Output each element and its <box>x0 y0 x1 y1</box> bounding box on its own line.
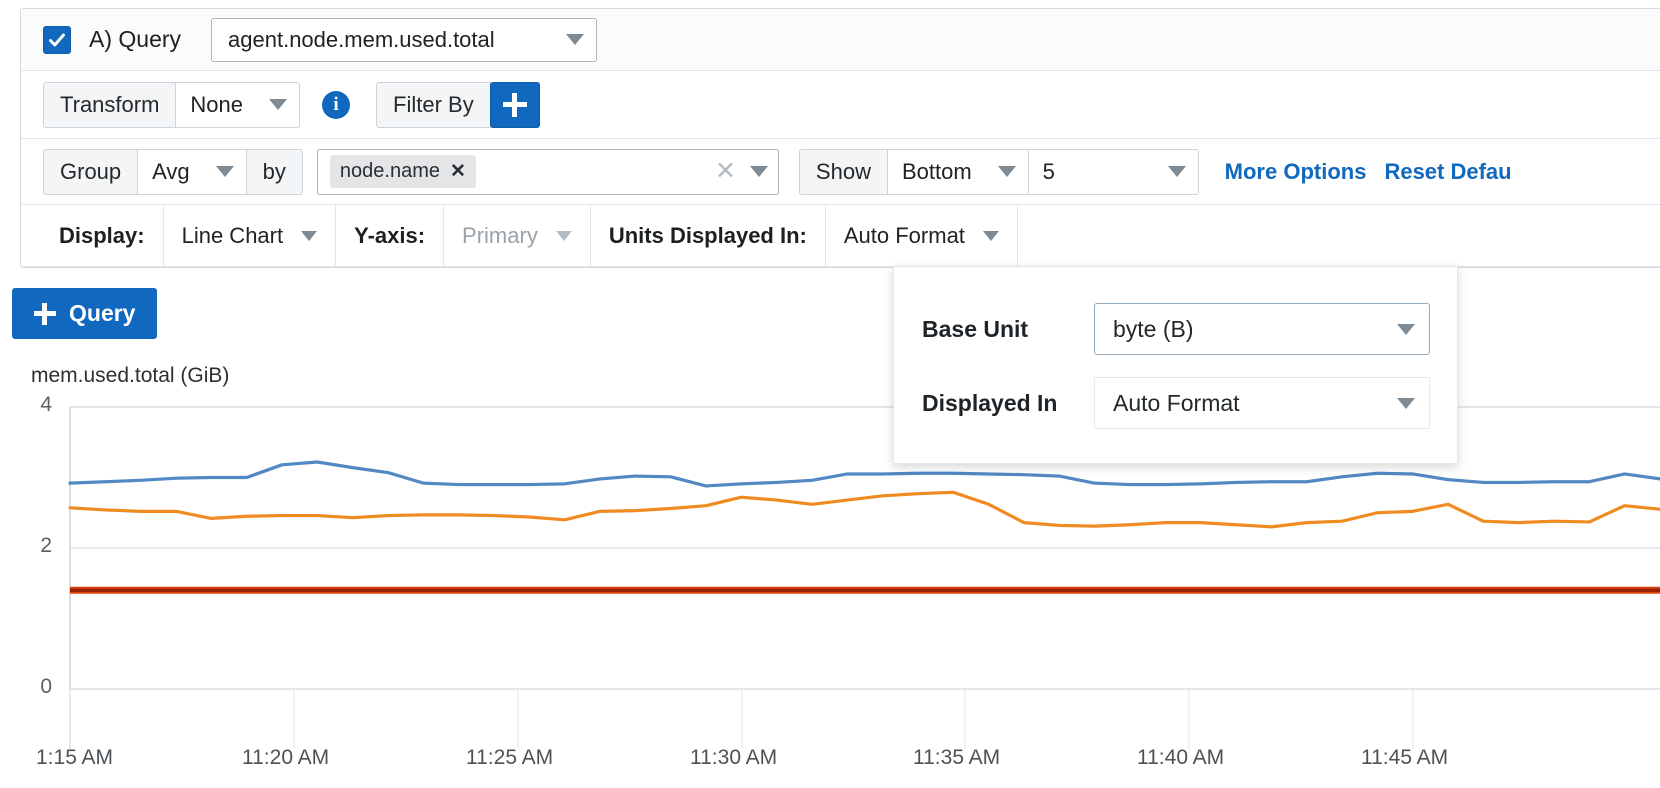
series-line-1 <box>70 492 1660 527</box>
chevron-down-icon[interactable] <box>750 166 768 177</box>
chevron-down-icon <box>998 166 1016 177</box>
transform-row: Transform None i Filter By <box>21 71 1660 139</box>
filter-by-group: Filter By <box>376 82 491 128</box>
tag-chip[interactable]: node.name ✕ <box>330 155 476 188</box>
transform-select[interactable]: None <box>176 82 300 128</box>
x-axis-tick-label: 11:35 AM <box>913 746 1000 770</box>
metric-select-value: agent.node.mem.used.total <box>228 27 495 53</box>
chart-title: mem.used.total (GiB) <box>31 364 229 388</box>
x-axis-tick-label: 1:15 AM <box>36 746 113 770</box>
display-type-select[interactable]: Line Chart <box>164 205 337 266</box>
chevron-down-icon <box>216 166 234 177</box>
base-unit-label: Base Unit <box>894 316 1094 343</box>
query-editor-panel: A) Query agent.node.mem.used.total Trans… <box>20 8 1660 268</box>
query-enable-checkbox[interactable] <box>43 26 71 54</box>
group-by-tags-input[interactable]: node.name ✕ ✕ <box>317 149 779 195</box>
x-axis-tick-label: 11:40 AM <box>1137 746 1224 770</box>
chevron-down-icon <box>1397 324 1415 335</box>
group-by-label: by <box>247 149 303 195</box>
group-label: Group <box>43 149 138 195</box>
filter-by-label: Filter By <box>376 82 491 128</box>
x-axis-tick-label: 11:20 AM <box>242 746 329 770</box>
display-type-value: Line Chart <box>182 223 284 249</box>
chevron-down-icon <box>1168 166 1186 177</box>
chevron-down-icon <box>269 99 287 110</box>
app-root: A) Query agent.node.mem.used.total Trans… <box>0 0 1660 788</box>
info-icon[interactable]: i <box>322 91 350 119</box>
reset-defaults-link[interactable]: Reset Defau <box>1384 159 1511 185</box>
show-direction-select[interactable]: Bottom <box>888 149 1029 195</box>
displayed-in-row: Displayed In Auto Format <box>894 377 1457 429</box>
clear-tags-icon[interactable]: ✕ <box>715 159 736 184</box>
transform-group: Transform None <box>43 82 300 128</box>
chevron-down-icon <box>1397 398 1415 409</box>
query-header-row: A) Query agent.node.mem.used.total <box>21 9 1660 71</box>
yaxis-value: Primary <box>462 223 538 249</box>
y-axis-tick-label: 4 <box>12 393 52 417</box>
plus-icon <box>34 303 56 325</box>
display-row: Display: Line Chart Y-axis: Primary Unit… <box>21 205 1660 267</box>
units-popup: Base Unit byte (B) Displayed In Auto For… <box>893 266 1458 464</box>
units-label: Units Displayed In: <box>591 205 826 266</box>
x-axis-tick-label: 11:25 AM <box>466 746 553 770</box>
base-unit-value: byte (B) <box>1113 316 1194 343</box>
chevron-down-icon <box>566 34 584 45</box>
add-query-button[interactable]: Query <box>12 288 157 339</box>
yaxis-label: Y-axis: <box>336 205 444 266</box>
show-group: Show Bottom 5 <box>799 149 1199 195</box>
group-aggregation-group: Group Avg by <box>43 149 303 195</box>
show-count-select[interactable]: 5 <box>1029 149 1199 195</box>
plus-icon <box>503 93 527 117</box>
add-query-label: Query <box>69 300 135 327</box>
units-value: Auto Format <box>844 223 965 249</box>
transform-label: Transform <box>43 82 176 128</box>
show-label: Show <box>799 149 888 195</box>
group-row: Group Avg by node.name ✕ ✕ Show <box>21 139 1660 205</box>
add-filter-button[interactable] <box>490 82 540 128</box>
metric-select[interactable]: agent.node.mem.used.total <box>211 18 597 62</box>
display-label: Display: <box>21 205 164 266</box>
x-axis-tick-label: 11:30 AM <box>690 746 777 770</box>
chevron-down-icon <box>983 231 999 241</box>
x-axis-tick-label: 11:45 AM <box>1361 746 1448 770</box>
base-unit-select[interactable]: byte (B) <box>1094 303 1430 355</box>
transform-select-value: None <box>190 92 243 118</box>
tag-chip-label: node.name <box>340 160 440 183</box>
y-axis-tick-label: 0 <box>12 675 52 699</box>
chevron-down-icon <box>301 231 317 241</box>
displayed-in-value: Auto Format <box>1113 390 1240 417</box>
units-select[interactable]: Auto Format <box>826 205 1018 266</box>
group-aggregation-value: Avg <box>152 159 190 185</box>
show-direction-value: Bottom <box>902 159 972 185</box>
show-count-value: 5 <box>1043 159 1055 185</box>
more-options-link[interactable]: More Options <box>1225 159 1367 185</box>
query-label: A) Query <box>89 26 181 53</box>
group-aggregation-select[interactable]: Avg <box>138 149 247 195</box>
base-unit-row: Base Unit byte (B) <box>894 303 1457 355</box>
series-line-0 <box>70 462 1660 486</box>
displayed-in-label: Displayed In <box>894 390 1094 417</box>
chevron-down-icon <box>556 231 572 241</box>
yaxis-select[interactable]: Primary <box>444 205 591 266</box>
close-icon[interactable]: ✕ <box>450 160 466 183</box>
displayed-in-select[interactable]: Auto Format <box>1094 377 1430 429</box>
check-icon <box>47 30 67 50</box>
y-axis-tick-label: 2 <box>12 534 52 558</box>
